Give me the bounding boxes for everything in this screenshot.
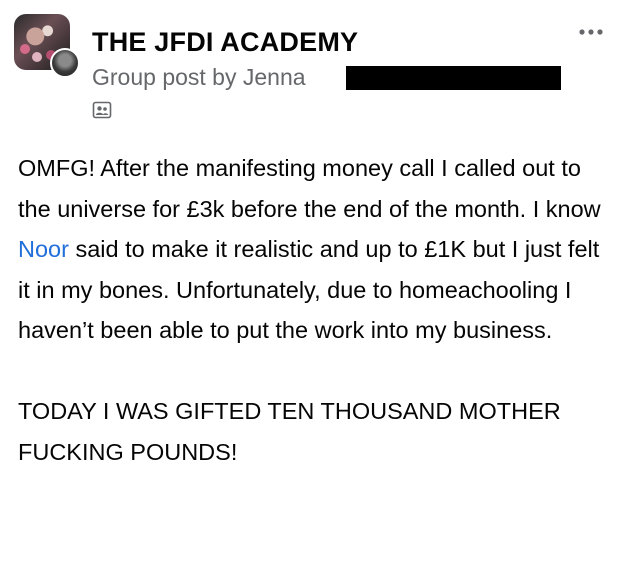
group-members-icon[interactable]: [92, 100, 112, 120]
avatar-group[interactable]: [14, 14, 82, 80]
post-paragraph-1: OMFG! After the manifesting money call I…: [18, 148, 614, 351]
post-paragraph-2: TODAY I WAS GIFTED TEN THOUSAND MOTHER F…: [18, 398, 561, 465]
post-body: OMFG! After the manifesting money call I…: [18, 148, 614, 472]
mention-link[interactable]: Noor: [18, 236, 69, 262]
post-text-segment: OMFG! After the manifesting money call I…: [18, 155, 601, 222]
post-text-segment: said to make it realistic and up to £1K …: [18, 236, 600, 343]
more-horizontal-icon[interactable]: [578, 28, 604, 36]
post-byline[interactable]: Group post by Jenna: [92, 64, 306, 91]
redaction-bar: [346, 66, 561, 90]
user-avatar[interactable]: [50, 48, 80, 78]
group-name-link[interactable]: THE JFDI ACADEMY: [92, 27, 358, 58]
